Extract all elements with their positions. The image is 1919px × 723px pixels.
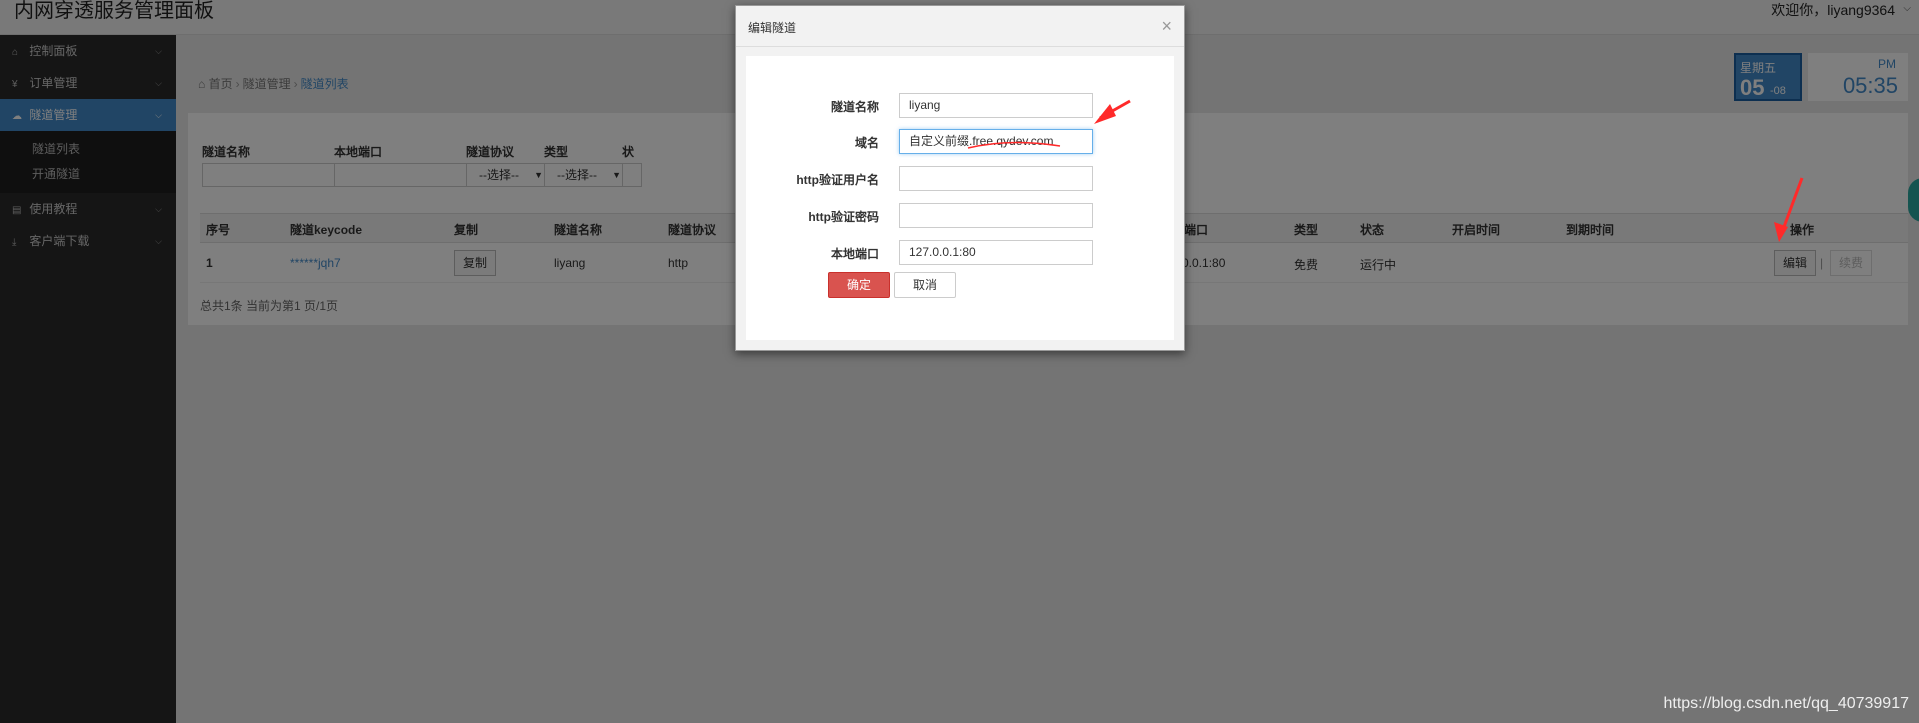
modal-body: 隧道名称 liyang 域名 自定义前缀.free.qydev.com http…	[746, 56, 1174, 340]
field-label-http-pass: http验证密码	[808, 210, 879, 224]
http-username-input[interactable]	[899, 166, 1093, 191]
close-icon[interactable]: ×	[1161, 17, 1172, 35]
cancel-button[interactable]: 取消	[894, 272, 956, 298]
field-label-local-port: 本地端口	[830, 247, 879, 261]
tunnel-name-input[interactable]: liyang	[899, 93, 1093, 118]
modal-divider	[736, 46, 1184, 47]
watermark: https://blog.csdn.net/qq_40739917	[1663, 695, 1909, 712]
modal-title: 编辑隧道	[748, 21, 797, 35]
local-port-input[interactable]: 127.0.0.1:80	[899, 240, 1093, 265]
field-label-name: 隧道名称	[830, 100, 879, 114]
field-label-domain: 域名	[854, 136, 879, 150]
http-password-input[interactable]	[899, 203, 1093, 228]
domain-input[interactable]: 自定义前缀.free.qydev.com	[899, 129, 1093, 154]
edit-tunnel-modal: 编辑隧道 × 隧道名称 liyang 域名 自定义前缀.free.qydev.c…	[735, 5, 1185, 351]
field-label-http-user: http验证用户名	[796, 173, 879, 187]
confirm-button[interactable]: 确定	[828, 272, 890, 298]
